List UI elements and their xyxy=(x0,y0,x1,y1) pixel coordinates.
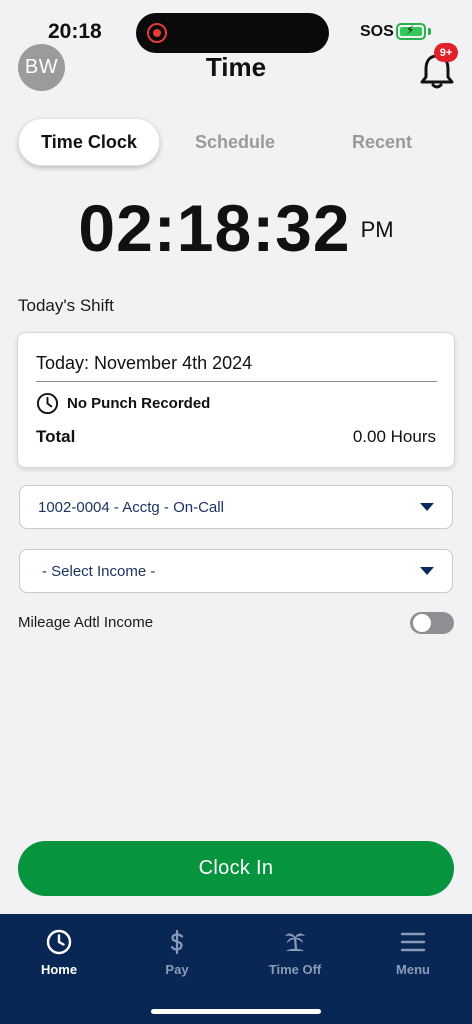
mileage-toggle[interactable] xyxy=(410,612,454,634)
dynamic-island xyxy=(136,13,329,53)
status-time: 20:18 xyxy=(48,20,102,43)
palm-tree-icon xyxy=(285,933,305,951)
chevron-down-icon xyxy=(420,567,434,575)
clock-ampm: PM xyxy=(360,217,394,242)
nav-home[interactable]: Home xyxy=(0,928,118,988)
income-select[interactable]: - Select Income - xyxy=(19,549,453,593)
nav-time-off[interactable]: Time Off xyxy=(236,928,354,988)
chevron-down-icon xyxy=(420,503,434,511)
department-select-value: 1002-0004 - Acctg - On-Call xyxy=(38,498,224,516)
nav-home-label: Home xyxy=(40,962,78,977)
recording-indicator-icon xyxy=(147,23,167,43)
shift-card: Today: November 4th 2024 No Punch Record… xyxy=(17,332,455,468)
divider xyxy=(36,381,437,382)
punch-status: No Punch Recorded xyxy=(67,394,211,412)
total-label: Total xyxy=(36,427,76,446)
battery-tip xyxy=(428,28,431,35)
nav-time-off-label: Time Off xyxy=(268,962,322,977)
live-clock: 02:18:32 PM xyxy=(0,190,472,266)
network-status: SOS xyxy=(360,23,394,40)
nav-pay[interactable]: Pay xyxy=(118,928,236,988)
toggle-knob xyxy=(413,614,431,632)
status-bar: 20:18 SOS xyxy=(0,0,472,60)
clock-time: 02:18:32 xyxy=(78,191,351,265)
clock-icon xyxy=(36,392,59,414)
battery-icon xyxy=(396,23,426,40)
punch-status-row: No Punch Recorded xyxy=(36,391,210,415)
todays-shift-label: Today's Shift xyxy=(18,296,114,315)
income-select-value: - Select Income - xyxy=(42,562,156,580)
hamburger-icon xyxy=(400,932,426,952)
clock-in-button[interactable]: Clock In xyxy=(18,841,454,896)
dollar-icon xyxy=(170,929,184,955)
clock-icon xyxy=(46,929,72,955)
nav-pay-label: Pay xyxy=(165,962,189,977)
tab-time-clock[interactable]: Time Clock xyxy=(18,118,160,166)
bottom-nav: Home Pay Time Off Menu xyxy=(0,914,472,1024)
mileage-label: Mileage Adtl Income xyxy=(18,614,154,631)
page-title: Time xyxy=(205,52,267,82)
tab-recent[interactable]: Recent xyxy=(310,118,454,166)
total-hours: 0.00 Hours xyxy=(352,427,436,446)
nav-menu[interactable]: Menu xyxy=(354,928,472,988)
nav-menu-label: Menu xyxy=(396,962,430,977)
shift-date: Today: November 4th 2024 xyxy=(36,353,253,373)
tab-bar: Time Clock Schedule Recent xyxy=(18,118,454,166)
tab-schedule[interactable]: Schedule xyxy=(162,118,308,166)
home-indicator[interactable] xyxy=(151,1009,321,1014)
notification-badge: 9+ xyxy=(434,43,458,62)
department-select[interactable]: 1002-0004 - Acctg - On-Call xyxy=(19,485,453,529)
